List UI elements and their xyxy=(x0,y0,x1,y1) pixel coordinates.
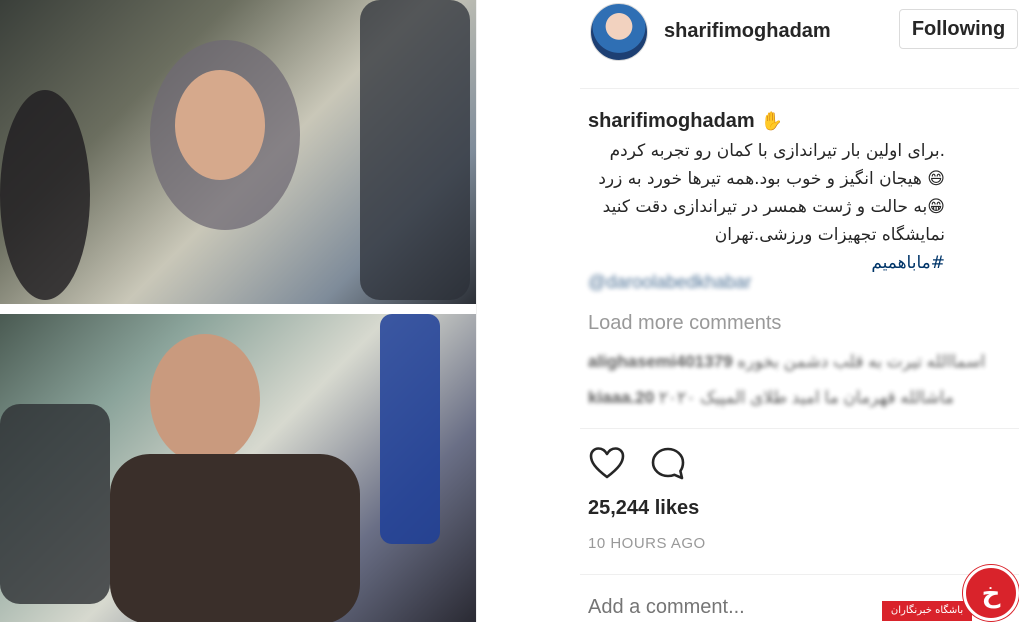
watermark-text: باشگاه خبرنگاران xyxy=(882,601,972,621)
header-divider xyxy=(580,88,1019,89)
likes-count[interactable]: 25,244 likes xyxy=(588,497,699,520)
add-comment-divider xyxy=(580,574,1019,575)
comment-username[interactable]: alighasemi401379 xyxy=(588,352,733,371)
caption-username[interactable]: sharifimoghadam xyxy=(588,110,755,132)
caption: sharifimoghadam ✋ .برای اولین بار تیراندا… xyxy=(588,110,948,277)
media-divider xyxy=(476,0,477,622)
following-button[interactable]: Following xyxy=(899,9,1018,49)
avatar[interactable] xyxy=(590,3,648,61)
watermark-logo: خ xyxy=(963,565,1019,621)
post-timestamp[interactable]: 10 HOURS AGO xyxy=(588,535,706,552)
load-more-comments-button[interactable]: Load more comments xyxy=(588,312,781,335)
comment-text: اسماالله تیرت به قلب دشمن بخوره xyxy=(737,352,986,371)
caption-line: 😄 هیجان انگیز و خوب بود.همه تیرها خورد ب… xyxy=(598,169,945,189)
heart-icon[interactable] xyxy=(589,446,625,482)
comment-item: alighasemi401379 اسماالله تیرت به قلب دش… xyxy=(588,352,1008,372)
header-username[interactable]: sharifimoghadam xyxy=(664,20,831,43)
post-photo-bottom xyxy=(0,314,476,622)
actions-divider xyxy=(580,428,1019,429)
mention-link[interactable]: @daroolabedkhabar xyxy=(588,272,751,293)
comment-item: kiaaa.20 ماشالله قهرمان ما امید طلای الم… xyxy=(588,388,1008,408)
hand-icon: ✋ xyxy=(760,111,784,131)
add-comment-input[interactable] xyxy=(588,596,888,619)
speech-bubble-icon[interactable] xyxy=(650,446,686,482)
caption-line: .برای اولین بار تیراندازی با کمان رو تجر… xyxy=(609,141,945,161)
comment-text: ماشالله قهرمان ما امید طلای المپیک ۲۰۲۰ xyxy=(658,388,954,407)
post-photo-top xyxy=(0,0,476,304)
caption-line: 😁به حالت و ژست همسر در تیراندازی دقت کنی… xyxy=(602,197,945,217)
comment-username[interactable]: kiaaa.20 xyxy=(588,388,654,407)
post-media[interactable] xyxy=(0,0,476,622)
caption-line: نمایشگاه تجهیزات ورزشی.تهران xyxy=(714,225,945,245)
